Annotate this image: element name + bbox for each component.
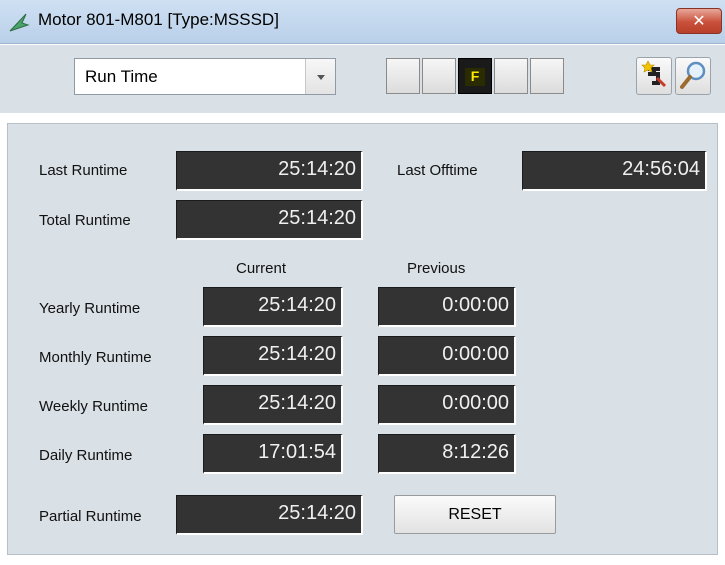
last-runtime-value: 25:14:20 — [176, 151, 363, 191]
yearly-runtime-current: 25:14:20 — [203, 287, 343, 327]
weekly-runtime-label: Weekly Runtime — [39, 398, 148, 415]
total-runtime-value: 25:14:20 — [176, 200, 363, 240]
last-offtime-value: 24:56:04 — [522, 151, 707, 191]
current-column-header: Current — [236, 260, 287, 277]
total-runtime-label: Total Runtime — [39, 212, 131, 229]
status-indicator-4 — [494, 58, 528, 94]
runtime-panel: Last Runtime 25:14:20 Last Offtime 24:56… — [7, 123, 718, 555]
last-offtime-label: Last Offtime — [397, 162, 478, 179]
daily-runtime-label: Daily Runtime — [39, 447, 133, 464]
search-icon — [680, 61, 706, 89]
weekly-runtime-current: 25:14:20 — [203, 385, 343, 425]
reset-button[interactable]: RESET — [394, 495, 556, 534]
edit-parameters-icon — [641, 60, 667, 88]
monthly-runtime-previous: 0:00:00 — [378, 336, 516, 376]
status-indicator-fault: F — [458, 58, 492, 94]
monthly-runtime-label: Monthly Runtime — [39, 349, 152, 366]
yearly-runtime-previous: 0:00:00 — [378, 287, 516, 327]
last-runtime-label: Last Runtime — [39, 162, 128, 179]
view-select[interactable]: Run Time — [74, 58, 336, 95]
toolbar: Run Time F — [0, 45, 725, 113]
search-button[interactable] — [675, 57, 711, 95]
status-indicator-2 — [422, 58, 456, 94]
monthly-runtime-current: 25:14:20 — [203, 336, 343, 376]
daily-runtime-previous: 8:12:26 — [378, 434, 516, 474]
edit-parameters-button[interactable] — [636, 57, 672, 95]
fault-indicator-label: F — [470, 68, 480, 84]
close-button[interactable]: ✕ — [676, 8, 722, 34]
yearly-runtime-label: Yearly Runtime — [39, 300, 141, 317]
previous-column-header: Previous — [407, 260, 466, 277]
chevron-down-icon[interactable] — [305, 59, 335, 94]
weekly-runtime-previous: 0:00:00 — [378, 385, 516, 425]
app-icon — [9, 13, 30, 32]
partial-runtime-value: 25:14:20 — [176, 495, 363, 535]
motor-faceplate-window: Motor 801-M801 [Type:MSSSD] ✕ Run Time F — [0, 0, 725, 565]
status-indicator-5 — [530, 58, 564, 94]
title-bar[interactable]: Motor 801-M801 [Type:MSSSD] ✕ — [0, 0, 725, 44]
close-icon: ✕ — [692, 11, 706, 30]
daily-runtime-current: 17:01:54 — [203, 434, 343, 474]
partial-runtime-label: Partial Runtime — [39, 508, 142, 525]
window-title: Motor 801-M801 [Type:MSSSD] — [38, 10, 279, 29]
view-select-value: Run Time — [85, 67, 158, 86]
status-indicator-1 — [386, 58, 420, 94]
status-indicator-group: F — [386, 58, 564, 94]
